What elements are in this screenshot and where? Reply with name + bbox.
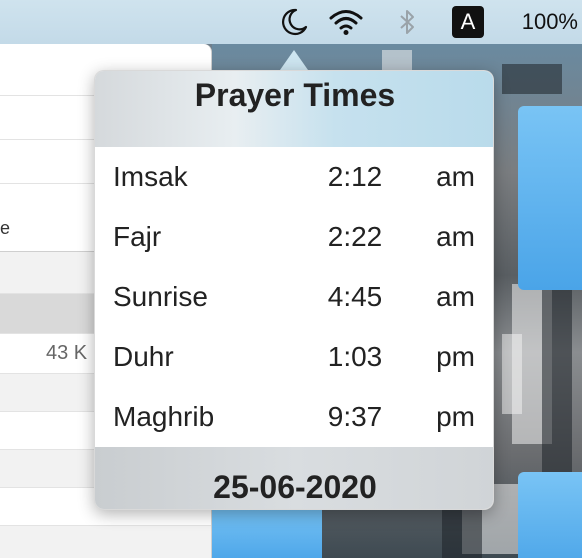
prayer-time: 2:22	[327, 221, 383, 252]
prayer-name: Imsak	[113, 161, 188, 192]
prayer-row-maghrib: Maghrib 9:37 pm	[95, 387, 493, 447]
input-source-menu[interactable]: A	[452, 0, 484, 44]
file-size: 43 K	[46, 342, 88, 364]
battery-status[interactable]: 100%	[522, 0, 578, 44]
prayer-row-duhr: Duhr 1:03 pm	[95, 327, 493, 387]
prayer-time: 2:12	[327, 161, 383, 192]
prayer-row-sunrise: Sunrise 4:45 am	[95, 267, 493, 327]
prayer-time: 1:03	[327, 341, 383, 372]
input-source-badge: A	[452, 6, 484, 38]
prayer-period: am	[436, 161, 475, 192]
prayer-time: 4:45	[327, 281, 383, 312]
folder-icon[interactable]	[212, 504, 322, 558]
prayer-name: Fajr	[113, 221, 162, 252]
prayer-list: Imsak 2:12 am Fajr 2:22 am Sunrise 4:45 …	[95, 147, 493, 447]
popover-arrow	[280, 50, 308, 70]
prayer-row-fajr: Fajr 2:22 am	[95, 207, 493, 267]
menu-bar: A 100%	[0, 0, 582, 44]
prayer-name: Maghrib	[113, 401, 215, 432]
current-date: 25-06-2020	[213, 469, 377, 505]
prayer-row-imsak: Imsak 2:12 am	[95, 147, 493, 207]
prayer-period: pm	[436, 341, 475, 372]
popover-title: Prayer Times	[194, 77, 396, 113]
prayer-period: am	[436, 221, 475, 252]
prayer-name: Duhr	[113, 341, 174, 372]
popover-footer: 25-06-2020	[95, 447, 493, 509]
prayer-times-popover: Prayer Times Imsak 2:12 am Fajr 2:22 am …	[94, 70, 494, 510]
folder-icon[interactable]	[518, 106, 582, 290]
prayer-period: pm	[436, 401, 475, 432]
prayer-name: Sunrise	[113, 281, 208, 312]
list-item[interactable]	[0, 526, 211, 558]
crescent-moon-icon[interactable]	[276, 0, 312, 44]
prayer-period: am	[436, 281, 475, 312]
column-header-label: e	[0, 218, 11, 238]
bluetooth-icon[interactable]	[394, 0, 420, 44]
prayer-time: 9:37	[327, 401, 383, 432]
wifi-icon[interactable]	[326, 0, 366, 44]
folder-icon[interactable]	[518, 472, 582, 558]
popover-header: Prayer Times	[95, 71, 493, 147]
